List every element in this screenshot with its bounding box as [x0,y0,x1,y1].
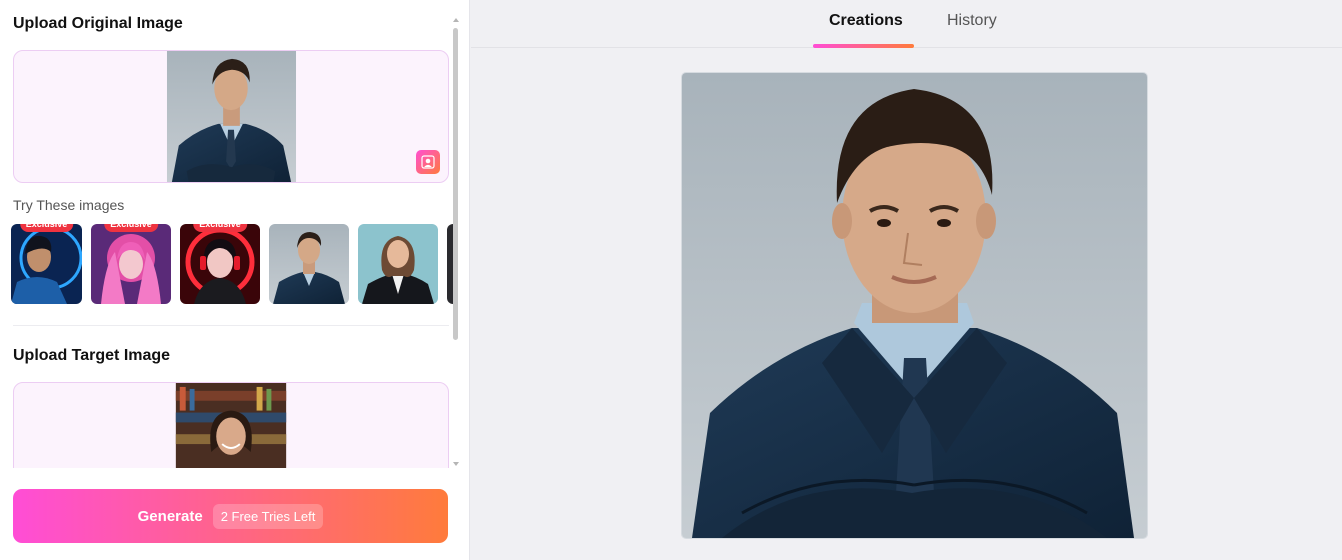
sample-pink-fairy[interactable]: Exclusive [91,224,171,304]
sample-businesswoman[interactable] [358,224,438,304]
generate-button[interactable]: Generate 2 Free Tries Left [13,489,448,543]
sample-red-headphones-image [180,224,260,304]
right-panel: Creations History [471,0,1342,560]
left-panel: Upload Original Image Try These images E… [0,0,470,560]
sample-pink-fairy-image [91,224,171,304]
generate-label: Generate [137,507,203,525]
sample-red-headphones[interactable]: Exclusive [180,224,260,304]
person-swap-icon [421,155,435,169]
sample-businessman[interactable] [269,224,349,304]
active-tab-indicator [813,44,914,48]
scroll-thumb[interactable] [453,28,458,340]
original-image-dropzone[interactable] [13,50,449,183]
sample-businessman-image [269,224,349,304]
exclusive-badge: Exclusive [193,224,247,232]
original-image-title: Upload Original Image [13,15,183,32]
sample-businesswoman-image [358,224,438,304]
sample-thumbnails: Exclusive Exclusive Exclusive [11,224,453,304]
result-tabs: Creations History [471,0,1342,48]
target-image-preview [175,383,287,468]
sample-cyber-man-image [11,224,82,304]
target-image-title: Upload Target Image [13,347,171,364]
result-portrait [682,73,1147,538]
sample-cyber-man[interactable]: Exclusive [11,224,82,304]
scroll-down-arrow-icon[interactable] [453,462,459,466]
original-image-preview [166,51,297,182]
left-scroll-area[interactable]: Upload Original Image Try These images E… [0,0,462,468]
try-images-label: Try These images [13,197,125,213]
tab-creations[interactable]: Creations [829,12,903,30]
exclusive-badge: Exclusive [19,224,74,232]
left-scrollbar[interactable] [451,14,461,468]
tab-history[interactable]: History [947,12,997,30]
swap-face-button[interactable] [416,150,440,174]
target-image-dropzone[interactable] [13,382,449,468]
result-image [682,73,1147,538]
scroll-up-arrow-icon[interactable] [453,18,459,22]
section-divider [13,325,449,326]
free-tries-badge: 2 Free Tries Left [212,503,324,529]
exclusive-badge: Exclusive [104,224,158,232]
